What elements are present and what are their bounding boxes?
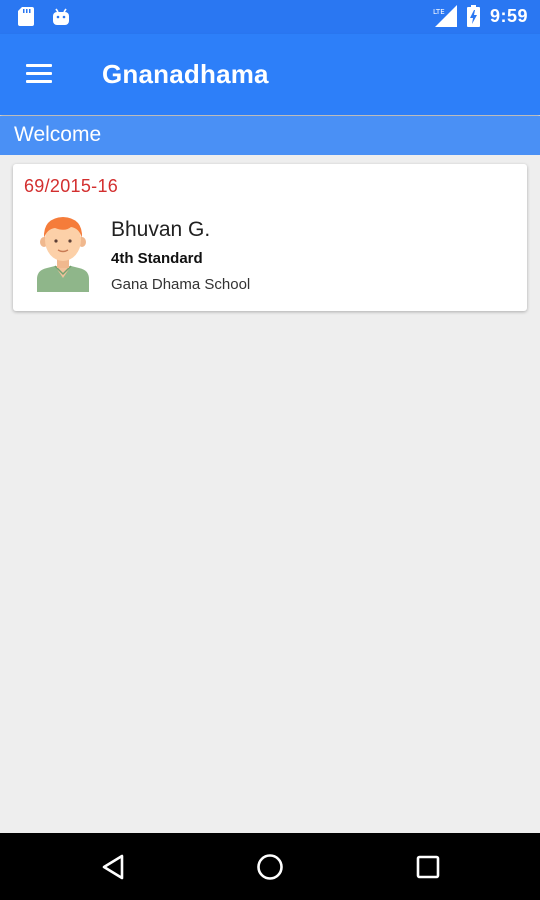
status-bar: LTE 9:59: [0, 0, 540, 34]
sd-card-icon: [18, 7, 34, 26]
app-bar: Gnanadhama: [0, 34, 540, 115]
status-right-icons: LTE 9:59: [433, 5, 528, 27]
student-school: Gana Dhama School: [111, 276, 251, 293]
battery-charging-icon: [466, 5, 480, 27]
student-card[interactable]: 69/2015-16 Bhuvan G. 4th Standard Gana D…: [13, 164, 527, 311]
status-left-icons: [18, 7, 70, 26]
student-class: 4th Standard: [111, 250, 203, 267]
student-name: Bhuvan G.: [111, 218, 211, 241]
recents-icon[interactable]: [410, 849, 446, 885]
student-id: 69/2015-16: [24, 176, 119, 196]
welcome-bar: Welcome: [0, 116, 540, 155]
home-icon[interactable]: [252, 849, 288, 885]
app-title: Gnanadhama: [102, 59, 269, 89]
lte-signal-icon: LTE: [433, 5, 457, 27]
welcome-text: Welcome: [14, 123, 102, 146]
student-avatar-icon: [37, 217, 89, 292]
status-time: 9:59: [489, 5, 528, 26]
android-icon: [53, 8, 69, 25]
system-nav-bar: [0, 833, 540, 900]
hamburger-menu-icon[interactable]: [18, 56, 62, 94]
svg-text:LTE: LTE: [433, 8, 445, 16]
back-icon[interactable]: [96, 849, 132, 885]
